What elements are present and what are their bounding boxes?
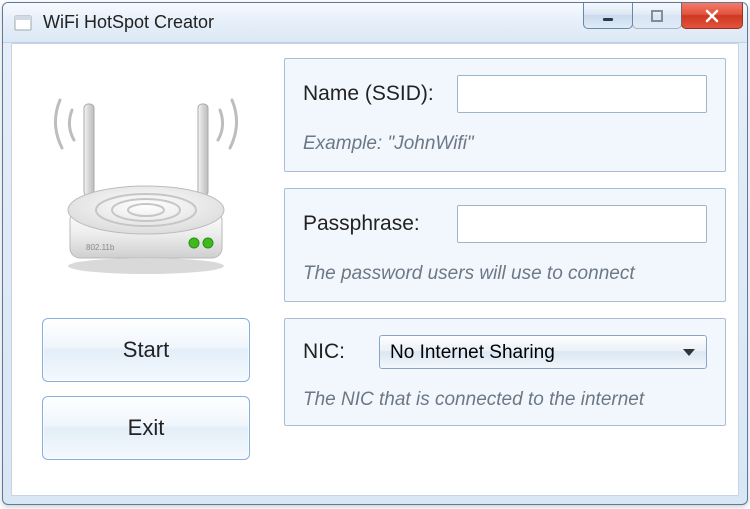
passphrase-hint: The password users will use to connect: [303, 263, 707, 285]
window-controls: [584, 3, 743, 29]
exit-button[interactable]: Exit: [42, 396, 250, 460]
nic-group: NIC: No Internet Sharing The NIC that is…: [284, 318, 726, 426]
passphrase-group: Passphrase: The password users will use …: [284, 188, 726, 302]
client-area: 802.11b Start Exit Name (SSID): Example:…: [11, 43, 739, 496]
app-icon: [13, 14, 33, 32]
start-button[interactable]: Start: [42, 318, 250, 382]
window-title: WiFi HotSpot Creator: [43, 12, 214, 33]
svg-text:802.11b: 802.11b: [86, 243, 115, 252]
ssid-label: Name (SSID):: [303, 82, 443, 106]
passphrase-input[interactable]: [457, 205, 707, 243]
nic-select-wrap: No Internet Sharing: [379, 335, 707, 369]
nic-label: NIC:: [303, 340, 345, 364]
right-column: Name (SSID): Example: "JohnWifi" Passphr…: [284, 58, 726, 481]
window-frame: WiFi HotSpot Creator: [2, 2, 748, 505]
minimize-button[interactable]: [583, 3, 633, 29]
passphrase-label: Passphrase:: [303, 212, 443, 236]
ssid-hint: Example: "JohnWifi": [303, 133, 707, 155]
nic-select[interactable]: No Internet Sharing: [379, 335, 707, 369]
maximize-button: [632, 3, 682, 29]
left-column: 802.11b Start Exit: [26, 58, 266, 481]
nic-hint: The NIC that is connected to the interne…: [303, 389, 707, 411]
ssid-input[interactable]: [457, 75, 707, 113]
close-button[interactable]: [681, 3, 743, 29]
router-illustration: 802.11b: [36, 68, 256, 278]
ssid-group: Name (SSID): Example: "JohnWifi": [284, 58, 726, 172]
titlebar[interactable]: WiFi HotSpot Creator: [3, 3, 747, 43]
